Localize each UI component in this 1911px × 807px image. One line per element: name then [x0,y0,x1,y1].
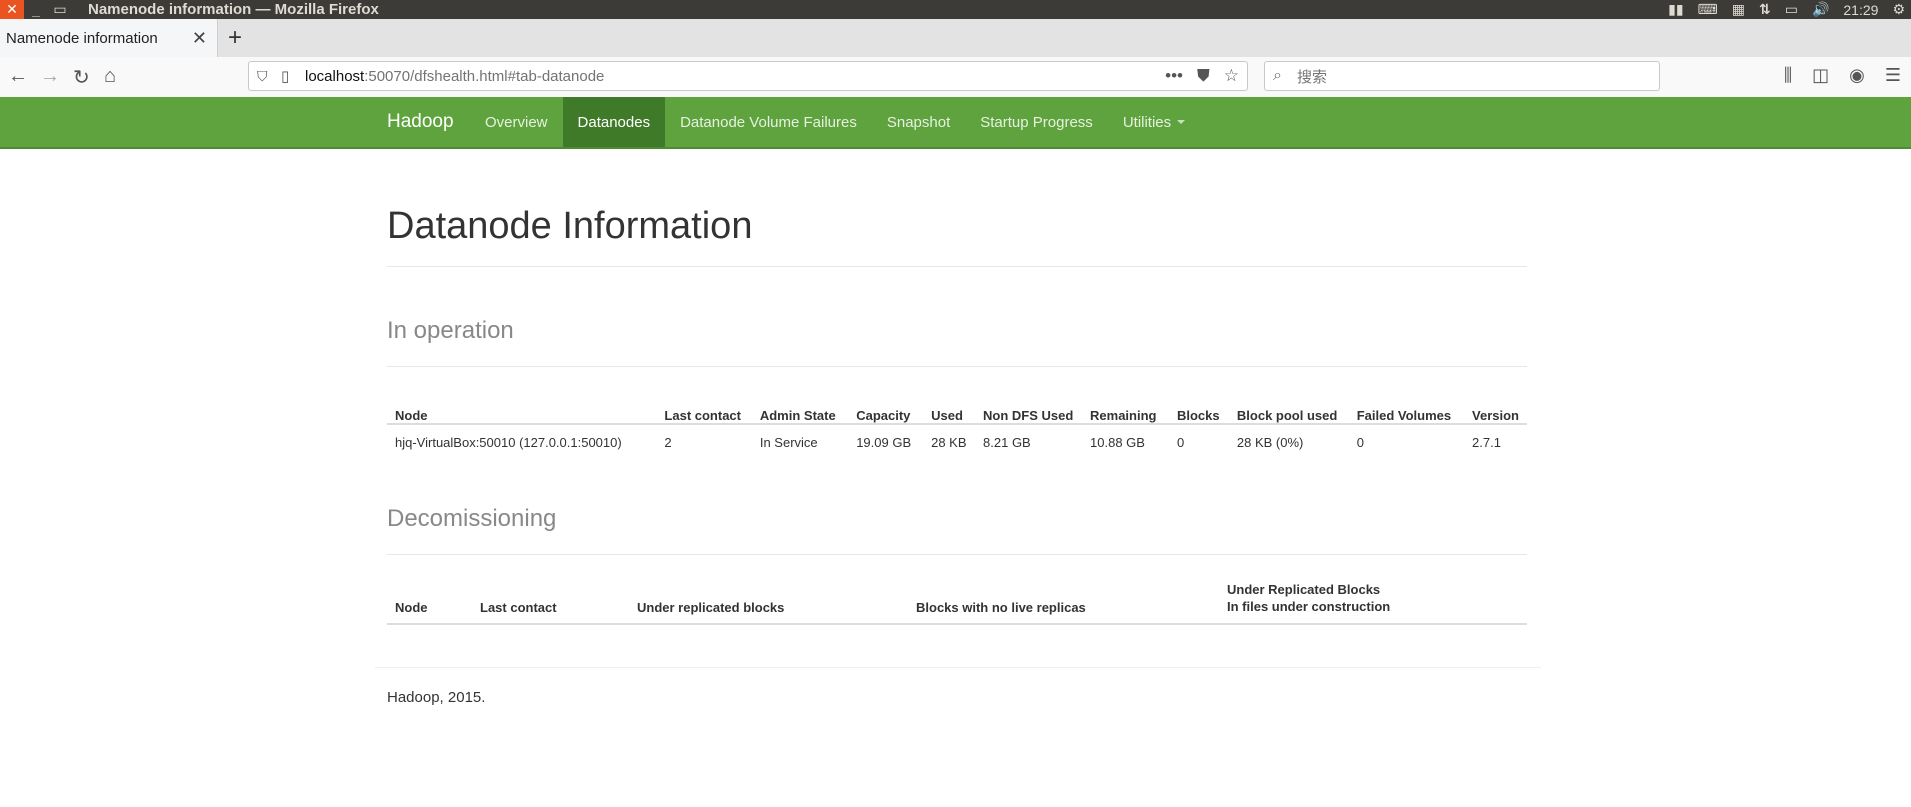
volume-icon[interactable]: 🔊 [1812,1,1829,18]
footer-divider [375,667,1541,668]
section-title-in-operation: In operation [387,317,514,344]
search-box[interactable]: ⌕ [1264,61,1660,91]
system-tray: ▮▮ ⌨ ▦ ⇅ ▭ 🔊 21:29 ⚙ [1668,0,1911,19]
column-header: Version [1464,387,1527,425]
nav-utilities[interactable]: Utilities [1108,97,1200,147]
url-bar[interactable]: ⛉ ▯ localhost:50070/dfshealth.html#tab-d… [248,61,1248,91]
page-info-icon[interactable]: ▯ [281,67,289,85]
clock[interactable]: 21:29 [1843,2,1878,18]
account-icon[interactable]: ◉ [1849,65,1865,86]
os-top-bar: ✕ _ ▭ Namenode information — Mozilla Fir… [0,0,1911,19]
column-header: Non DFS Used [975,387,1083,425]
url-path: :50070/dfshealth.html#tab-datanode [364,68,605,85]
browser-tab[interactable]: Namenode information ✕ [0,19,218,57]
more-actions-icon[interactable]: ••• [1165,66,1183,86]
caret-down-icon [1177,120,1186,124]
hadoop-navbar: Hadoop Overview Datanodes Datanode Volum… [0,97,1911,149]
bookmark-star-icon[interactable]: ☆ [1224,66,1239,86]
decommissioning-table: Node Last contact Under replicated block… [387,571,1527,625]
divider [387,366,1527,367]
nav-datanode-volume-failures[interactable]: Datanode Volume Failures [665,97,872,147]
url-actions: ••• ⛊ ☆ [1165,66,1239,86]
tab-close-icon[interactable]: ✕ [192,28,207,49]
battery-icon[interactable]: ▭ [1785,1,1798,18]
column-header: Blocks with no live replicas [908,571,1219,625]
column-header: Node [387,387,657,425]
column-header: Remaining [1082,387,1169,425]
cell-non-dfs-used: 8.21 GB [983,434,1031,450]
cell-failed-volumes: 0 [1356,434,1364,450]
home-icon[interactable]: ⌂ [104,65,116,88]
footer: Hadoop, 2015. [387,689,486,706]
nav-overview[interactable]: Overview [470,97,563,147]
navigation-bar: ← → ↻ ⌂ ⛉ ▯ localhost:50070/dfshealth.ht… [0,57,1911,98]
hadoop-brand[interactable]: Hadoop [387,111,454,133]
column-header: Last contact [472,571,629,625]
url-host: localhost [305,68,365,85]
cell-block-pool-used: 28 KB (0%) [1236,434,1304,450]
cell-last-contact: 2 [664,434,672,450]
column-header: Block pool used [1228,387,1349,425]
column-header: Blocks [1168,387,1229,425]
column-header: Admin State [751,387,849,425]
window-title: Namenode information — Mozilla Firefox [88,1,379,18]
cell-node: hjq-VirtualBox:50010 (127.0.0.1:50010) [395,434,622,450]
header-line: Under Replicated Blocks [1227,582,1381,597]
cell-remaining: 10.88 GB [1090,434,1145,450]
column-header: Used [923,387,976,425]
forward-arrow-icon[interactable]: → [40,65,60,88]
column-header: Under Replicated Blocks In files under co… [1219,571,1527,625]
table-header-row: Node Last contact Admin State Capacity U… [387,387,1527,425]
keyboard-icon[interactable]: ⌨ [1698,1,1718,18]
tab-title: Namenode information [6,29,158,47]
cell-used: 28 KB [931,434,967,450]
search-input[interactable] [1295,66,1649,88]
calendar-icon[interactable]: ▦ [1732,1,1745,18]
pocket-icon[interactable]: ⛊ [1197,66,1210,86]
nav-utilities-label: Utilities [1122,113,1172,131]
divider [387,266,1527,267]
in-operation-table: Node Last contact Admin State Capacity U… [387,387,1527,459]
column-header: Node [387,571,472,625]
sidebar-icon[interactable]: ◫ [1812,65,1829,86]
shield-icon[interactable]: ⛉ [257,68,268,85]
column-header: Capacity [848,387,924,425]
cell-blocks: 0 [1176,434,1185,450]
settings-gear-icon[interactable]: ⚙ [1892,1,1905,18]
table-header-row: Node Last contact Under replicated block… [387,571,1527,625]
page-title: Datanode Information [387,205,753,247]
column-header: Last contact [656,387,752,425]
column-header: Failed Volumes [1348,387,1465,425]
search-icon: ⌕ [1273,67,1282,84]
network-icon[interactable]: ▮▮ [1668,1,1683,18]
toolbar-right: ⫼ ◫ ◉ ☰ [1784,65,1911,86]
cell-version: 2.7.1 [1472,434,1501,450]
reload-icon[interactable]: ↻ [73,65,90,90]
menu-hamburger-icon[interactable]: ☰ [1885,65,1901,86]
window-maximize-icon[interactable]: ▭ [48,0,72,19]
window-close-icon[interactable]: ✕ [0,0,24,19]
transfer-icon[interactable]: ⇅ [1759,1,1771,18]
back-arrow-icon[interactable]: ← [8,65,28,88]
section-title-decommissioning: Decomissioning [387,505,557,532]
window-minimize-icon[interactable]: _ [24,0,48,19]
new-tab-icon[interactable]: + [228,24,242,52]
nav-snapshot[interactable]: Snapshot [872,97,965,147]
table-row: hjq-VirtualBox:50010 (127.0.0.1:50010) 2… [387,424,1527,459]
tab-strip: Namenode information ✕ + [0,19,1911,58]
cell-admin-state: In Service [759,434,818,450]
library-icon[interactable]: ⫼ [1784,65,1792,86]
nav-startup-progress[interactable]: Startup Progress [965,97,1108,147]
url-text[interactable]: localhost:50070/dfshealth.html#tab-datan… [305,68,604,85]
divider [387,554,1527,555]
hadoop-nav-menu: Overview Datanodes Datanode Volume Failu… [470,97,1200,147]
header-line: In files under construction [1227,599,1391,614]
nav-datanodes[interactable]: Datanodes [562,97,666,147]
cell-capacity: 19.09 GB [856,434,912,450]
column-header: Under replicated blocks [629,571,908,625]
window-controls: ✕ _ ▭ [0,0,72,19]
